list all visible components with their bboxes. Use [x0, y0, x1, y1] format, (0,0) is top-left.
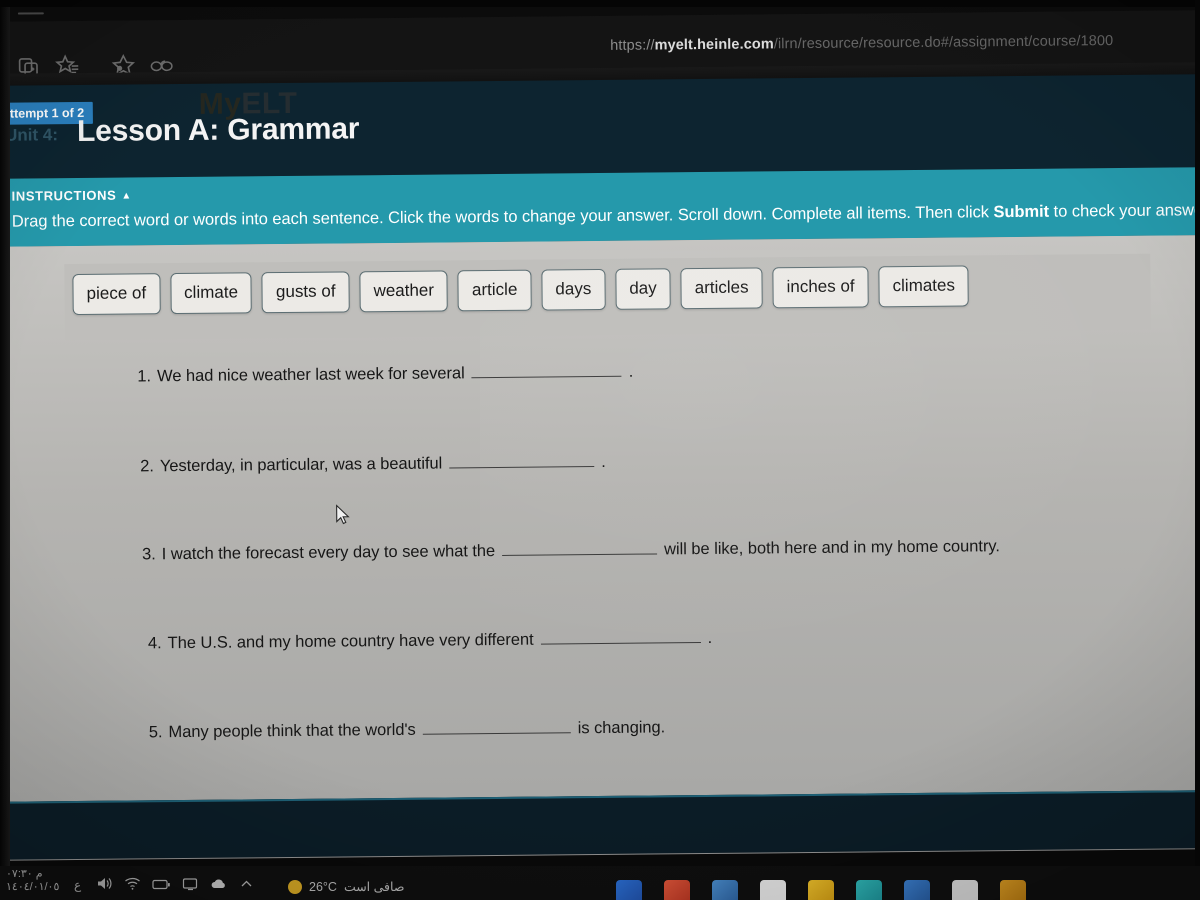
instructions-text: Drag the correct word or words into each…: [12, 201, 1200, 231]
word-chip[interactable]: inches of: [772, 266, 869, 309]
item-text-after: .: [707, 628, 713, 647]
exercise-item: 1. We had nice weather last week for sev…: [137, 358, 634, 387]
answer-blank[interactable]: [540, 625, 701, 645]
address-bar[interactable]: https://myelt.heinle.com/ilrn/resource/r…: [610, 32, 1200, 64]
taskbar-app-buttons: [616, 880, 1026, 900]
item-text-before: I watch the forecast every day to see wh…: [161, 542, 496, 564]
monitor-bezel-right: [1195, 0, 1200, 900]
instructions-band: INSTRUCTIONS ▲ Drag the correct word or w…: [0, 167, 1200, 247]
word-chip[interactable]: piece of: [72, 273, 161, 316]
taskbar-app-icon[interactable]: [616, 880, 642, 900]
taskbar-app-icon[interactable]: [712, 880, 738, 900]
instructions-heading-label: INSTRUCTIONS: [11, 187, 117, 204]
word-chip[interactable]: climates: [878, 265, 970, 308]
answer-blank[interactable]: [449, 449, 595, 469]
url-host: myelt.heinle.com: [654, 36, 774, 54]
item-text-before: We had nice weather last week for severa…: [156, 364, 465, 386]
display-settings-icon[interactable]: [182, 877, 199, 891]
item-text-before: Many people think that the world's: [168, 720, 416, 742]
screen-surface: https://myelt.heinle.com/ilrn/resource/r…: [0, 0, 1200, 884]
app-header: MyELT Attempt 1 of 2 Unit 4: Lesson A: G…: [0, 74, 1200, 179]
taskbar-app-icon[interactable]: [664, 880, 690, 900]
exercise-item: 3. I watch the forecast every day to see…: [142, 533, 1000, 564]
url-path: /ilrn/resource/resource.do#/assignment/c…: [773, 33, 1114, 53]
word-bank-chip-row: piece of climate gusts of weather articl…: [72, 265, 970, 316]
monitor-bezel-top: [0, 0, 1200, 7]
answer-blank[interactable]: [471, 358, 622, 379]
instructions-text-part1: Drag the correct word or words into each…: [11, 203, 994, 231]
word-chip[interactable]: climate: [169, 272, 253, 315]
word-chip[interactable]: day: [615, 268, 671, 310]
item-number: 4.: [147, 634, 162, 653]
word-chip[interactable]: articles: [680, 267, 763, 310]
taskbar-weather-widget[interactable]: 26°C صافی است: [288, 879, 404, 894]
onedrive-icon[interactable]: [210, 877, 228, 891]
taskbar-time: م ٠٧:٣٠: [6, 868, 43, 880]
item-number: 2.: [140, 457, 154, 476]
item-text-before: The U.S. and my home country have very d…: [167, 630, 534, 653]
taskbar-app-icon[interactable]: [808, 880, 834, 900]
content-sheet: piece of climate gusts of weather articl…: [0, 235, 1200, 802]
word-chip[interactable]: gusts of: [261, 271, 350, 314]
word-chip[interactable]: days: [541, 268, 606, 311]
taskbar-app-icon[interactable]: [904, 880, 930, 900]
battery-icon[interactable]: [152, 877, 171, 891]
volume-icon[interactable]: [96, 876, 113, 891]
submit-keyword: Submit: [993, 202, 1050, 222]
item-number: 1.: [137, 367, 152, 386]
taskbar-app-icon[interactable]: [760, 880, 786, 900]
browser-tab[interactable]: [17, 12, 44, 15]
exercise-item: 4. The U.S. and my home country have ver…: [148, 625, 712, 653]
instructions-text-part2: to check your answers.: [1053, 201, 1200, 221]
item-text-after: will be like, both here and in my home c…: [664, 537, 1000, 559]
taskbar-language-indicator[interactable]: ع: [74, 878, 81, 892]
item-number: 5.: [148, 723, 163, 742]
word-chip[interactable]: article: [457, 269, 532, 312]
item-number: 3.: [142, 545, 156, 564]
sun-icon: [288, 879, 302, 894]
url-scheme: https://: [610, 37, 655, 54]
word-chip[interactable]: weather: [359, 270, 449, 313]
wifi-icon[interactable]: [124, 876, 141, 891]
unit-label: Unit 4:: [4, 125, 59, 145]
page-title: Lesson A: Grammar: [76, 112, 360, 149]
instructions-heading[interactable]: INSTRUCTIONS ▲: [11, 187, 132, 204]
item-text-after: .: [601, 452, 606, 471]
taskbar-date: ١٤٠٤/٠١/٠٥: [6, 881, 60, 893]
collapse-caret-icon[interactable]: ▲: [121, 190, 132, 201]
exercise-content: piece of climate gusts of weather articl…: [0, 235, 1200, 802]
chevron-up-icon[interactable]: [239, 877, 254, 890]
taskbar-app-icon[interactable]: [856, 880, 882, 900]
weather-condition: صافی است: [343, 880, 405, 894]
taskbar-app-icon[interactable]: [1000, 880, 1026, 900]
monitor-photo: https://myelt.heinle.com/ilrn/resource/r…: [0, 0, 1200, 900]
weather-temperature: 26°C: [309, 879, 337, 894]
word-bank-panel: piece of climate gusts of weather articl…: [64, 253, 1151, 341]
item-text-before: Yesterday, in particular, was a beautifu…: [159, 454, 443, 476]
taskbar-app-icon[interactable]: [952, 880, 978, 900]
exercise-item: 2. Yesterday, in particular, was a beaut…: [140, 449, 606, 476]
taskbar-system-tray: [96, 876, 254, 891]
taskbar-clock[interactable]: م ٠٧:٣٠ ١٤٠٤/٠١/٠٥: [6, 868, 59, 894]
answer-blank[interactable]: [422, 715, 571, 735]
exercise-item: 5. Many people think that the world's is…: [149, 714, 666, 742]
answer-blank[interactable]: [502, 536, 658, 556]
item-text-after: .: [628, 362, 634, 381]
monitor-bezel-left: [0, 0, 10, 900]
item-text-after: is changing.: [577, 718, 666, 738]
windows-taskbar: م ٠٧:٣٠ ١٤٠٤/٠١/٠٥ ع 26°C صافی است: [0, 866, 1200, 900]
